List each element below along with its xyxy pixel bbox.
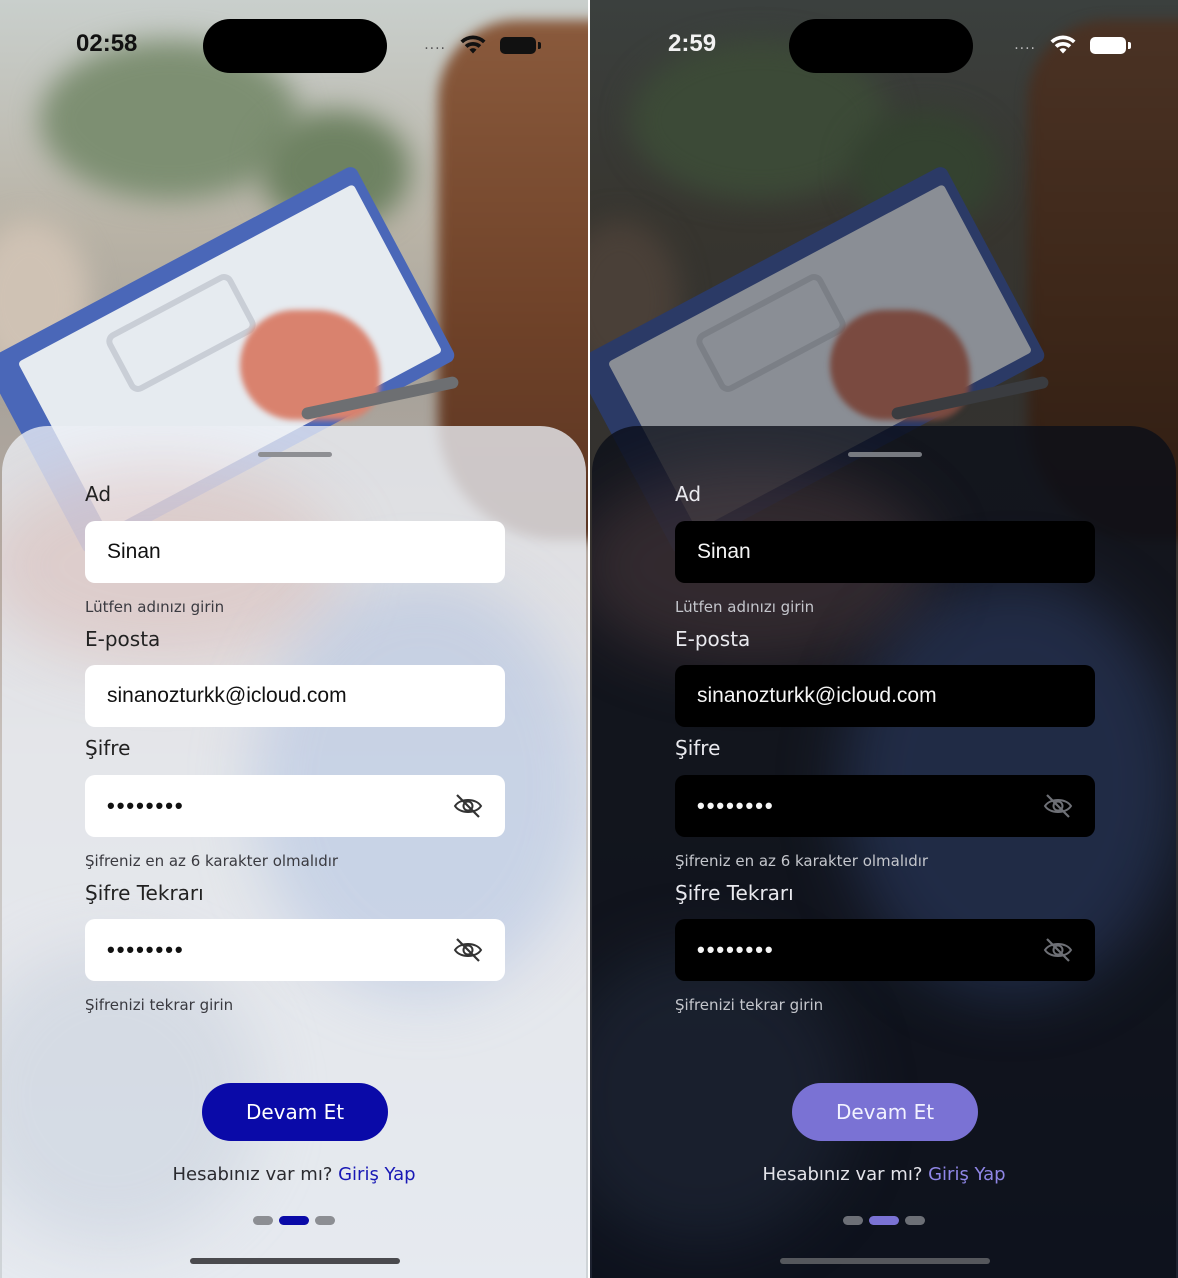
email-label: E-posta [85,627,161,651]
email-value: sinanozturkk@icloud.com [697,684,937,707]
page-dot[interactable] [315,1216,335,1225]
login-question: Hesabınız var mı? [172,1164,333,1185]
name-hint: Lütfen adınızı girin [85,598,225,616]
eye-off-icon[interactable] [453,937,483,963]
page-dot[interactable] [843,1216,863,1225]
name-hint: Lütfen adınızı girin [675,598,815,616]
password-value: •••••••• [697,793,775,818]
email-input[interactable]: sinanozturkk@icloud.com [85,665,505,727]
signal-icon: .... [1014,37,1036,53]
password-repeat-hint: Şifrenizi tekrar girin [675,996,824,1014]
password-hint: Şifreniz en az 6 karakter olmalıdır [85,852,339,870]
battery-icon [500,36,541,54]
email-value: sinanozturkk@icloud.com [107,684,347,707]
status-time: 2:59 [668,30,717,57]
login-prompt: Hesabınız var mı? Giriş Yap [2,1164,586,1185]
page-indicator [592,1216,1176,1225]
light-mode-screen: 02:58 .... Ad Sinan Lütfen adınızı girin… [0,0,588,1278]
login-question: Hesabınız var mı? [762,1164,923,1185]
name-value: Sinan [107,540,161,563]
password-repeat-value: •••••••• [697,937,775,962]
password-repeat-input[interactable]: •••••••• [675,919,1095,981]
name-label: Ad [85,482,112,506]
dark-mode-screen: 2:59 .... Ad Sinan Lütfen adınızı girin … [590,0,1178,1278]
password-repeat-label: Şifre Tekrarı [675,881,794,905]
password-hint: Şifreniz en az 6 karakter olmalıdır [675,852,929,870]
status-time: 02:58 [76,30,138,57]
eye-off-icon[interactable] [453,793,483,819]
dynamic-island [789,19,973,73]
name-value: Sinan [697,540,751,563]
dynamic-island [203,19,387,73]
page-indicator [2,1216,586,1225]
home-indicator[interactable] [780,1258,990,1264]
battery-icon [1090,36,1131,54]
email-label: E-posta [675,627,751,651]
password-repeat-value: •••••••• [107,937,185,962]
password-repeat-hint: Şifrenizi tekrar girin [85,996,234,1014]
email-input[interactable]: sinanozturkk@icloud.com [675,665,1095,727]
continue-button[interactable]: Devam Et [792,1083,978,1141]
eye-off-icon[interactable] [1043,937,1073,963]
page-dot-active[interactable] [869,1216,899,1225]
wifi-icon [1050,35,1076,54]
login-link[interactable]: Giriş Yap [928,1164,1005,1185]
page-dot[interactable] [253,1216,273,1225]
password-input[interactable]: •••••••• [85,775,505,837]
sheet-grabber[interactable] [848,452,922,457]
eye-off-icon[interactable] [1043,793,1073,819]
status-icons: .... [424,35,541,55]
wifi-icon [460,35,486,54]
continue-button[interactable]: Devam Et [202,1083,388,1141]
password-label: Şifre [85,736,131,760]
name-input[interactable]: Sinan [675,521,1095,583]
page-dot[interactable] [905,1216,925,1225]
signup-sheet: Ad Sinan Lütfen adınızı girin E-posta si… [592,426,1176,1278]
login-link[interactable]: Giriş Yap [338,1164,415,1185]
signup-sheet: Ad Sinan Lütfen adınızı girin E-posta si… [2,426,586,1278]
password-value: •••••••• [107,793,185,818]
signal-icon: .... [424,37,446,53]
password-repeat-input[interactable]: •••••••• [85,919,505,981]
home-indicator[interactable] [190,1258,400,1264]
password-input[interactable]: •••••••• [675,775,1095,837]
page-dot-active[interactable] [279,1216,309,1225]
password-repeat-label: Şifre Tekrarı [85,881,204,905]
password-label: Şifre [675,736,721,760]
sheet-grabber[interactable] [258,452,332,457]
name-label: Ad [675,482,702,506]
name-input[interactable]: Sinan [85,521,505,583]
login-prompt: Hesabınız var mı? Giriş Yap [592,1164,1176,1185]
status-icons: .... [1014,35,1131,55]
